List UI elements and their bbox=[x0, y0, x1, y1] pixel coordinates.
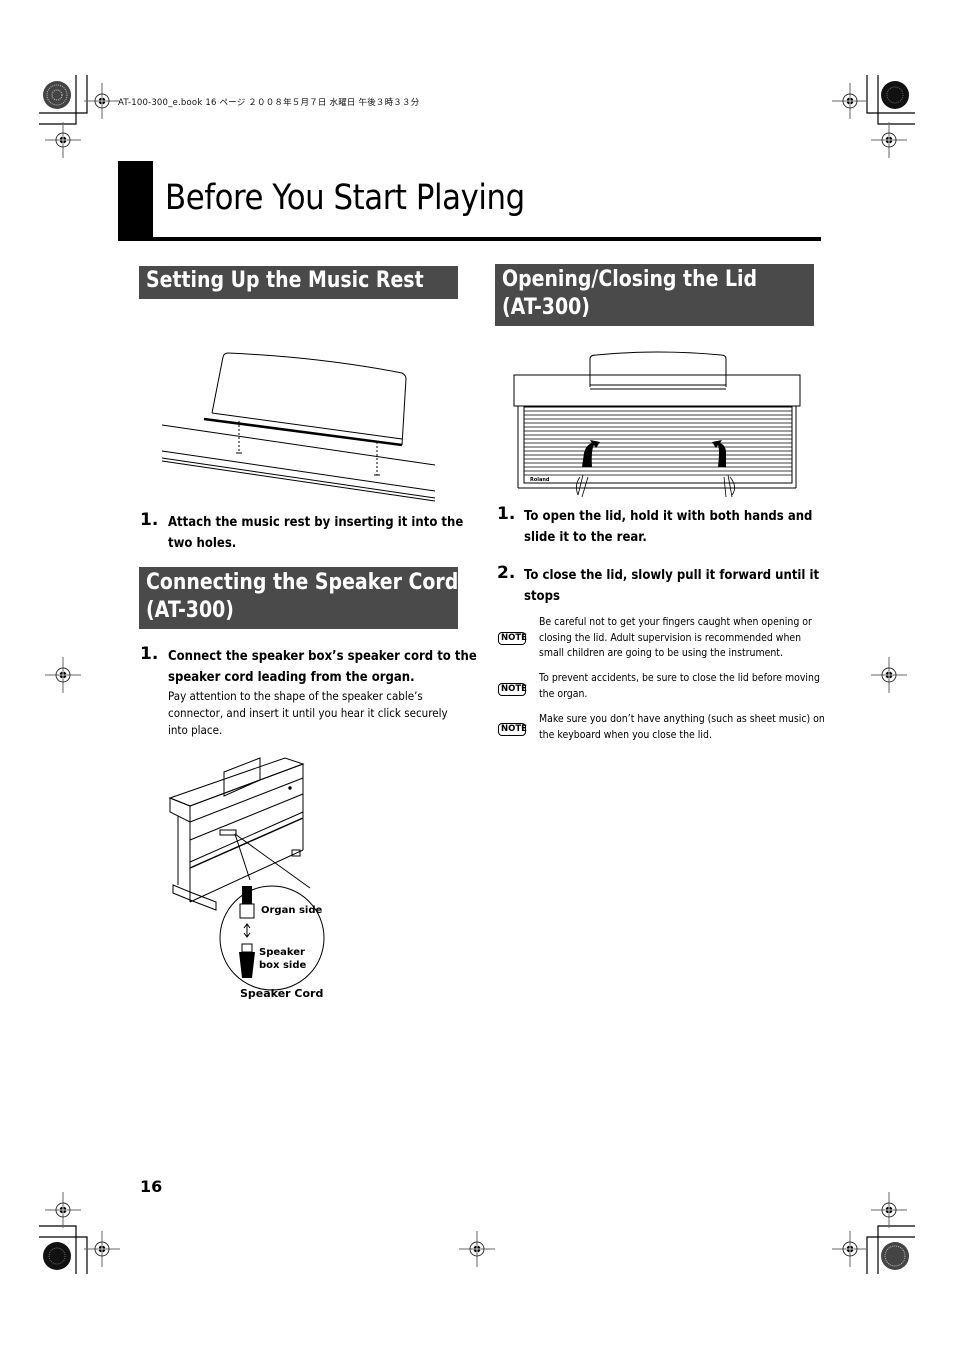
note-badge: NOTE bbox=[498, 723, 527, 736]
section-heading-speaker-cord: Connecting the Speaker Cord (AT-300) bbox=[139, 567, 458, 629]
section-heading-text: Setting Up the Music Rest bbox=[146, 268, 424, 293]
section-heading-music-rest: Setting Up the Music Rest bbox=[139, 266, 458, 299]
step-text: stops bbox=[524, 589, 560, 604]
section-heading-text: Opening/Closing the Lid bbox=[502, 267, 758, 292]
note-badge: NOTE bbox=[498, 632, 527, 645]
note-text: the keyboard when you close the lid. bbox=[539, 730, 712, 741]
label-speaker-box-side: box side bbox=[259, 960, 307, 971]
note-badge: NOTE bbox=[498, 683, 527, 696]
body-text: Pay attention to the shape of the speake… bbox=[168, 689, 423, 703]
lid-illustration bbox=[513, 351, 801, 498]
step-text: To open the lid, hold it with both hands… bbox=[524, 509, 813, 524]
step-number: 1. bbox=[497, 504, 516, 524]
figure-caption: Speaker Cord bbox=[240, 987, 324, 1000]
title-rule bbox=[118, 237, 821, 241]
step-text: two holes. bbox=[168, 536, 237, 551]
print-header: AT-100-300_e.book 16 ページ ２００８年５月７日 水曜日 午… bbox=[118, 98, 420, 108]
note-text: the organ. bbox=[539, 689, 588, 700]
step-number: 2. bbox=[497, 563, 516, 583]
section-heading-text: (AT-300) bbox=[146, 598, 234, 623]
step-number: 1. bbox=[140, 644, 159, 664]
brand-logo: Roland bbox=[530, 477, 550, 483]
note-text: To prevent accidents, be sure to close t… bbox=[539, 673, 820, 684]
note-text: Make sure you don’t have anything (such … bbox=[539, 714, 825, 725]
step-text: slide it to the rear. bbox=[524, 530, 647, 545]
step-text: Connect the speaker box’s speaker cord t… bbox=[168, 649, 477, 664]
note-text: Be careful not to get your fingers caugh… bbox=[539, 617, 812, 628]
organ-speaker-illustration bbox=[168, 757, 325, 991]
body-text: into place. bbox=[168, 723, 223, 737]
body-text: connector, and insert it until you hear … bbox=[168, 706, 448, 720]
label-speaker-box-side: Speaker bbox=[259, 947, 305, 958]
section-heading-text: Connecting the Speaker Cord bbox=[146, 570, 459, 595]
music-rest-illustration bbox=[161, 352, 436, 502]
step-number: 1. bbox=[140, 510, 159, 530]
note-text: small children are going to be using the… bbox=[539, 648, 783, 659]
step-text: Attach the music rest by inserting it in… bbox=[168, 515, 464, 530]
page-title: Before You Start Playing bbox=[165, 178, 525, 218]
section-heading-text: (AT-300) bbox=[502, 295, 590, 320]
label-organ-side: Organ side bbox=[261, 905, 323, 916]
step-text: To close the lid, slowly pull it forward… bbox=[524, 568, 820, 583]
note-text: closing the lid. Adult supervision is re… bbox=[539, 633, 802, 644]
step-text: speaker cord leading from the organ. bbox=[168, 670, 415, 685]
section-heading-lid: Opening/Closing the Lid (AT-300) bbox=[495, 264, 814, 326]
title-bar bbox=[118, 161, 153, 240]
page-number: 16 bbox=[140, 1177, 163, 1196]
